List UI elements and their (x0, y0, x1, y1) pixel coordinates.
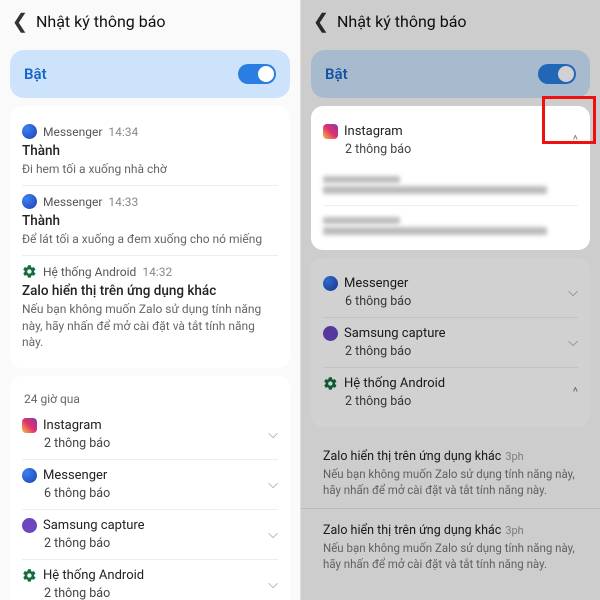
back-icon[interactable]: ❮ (10, 9, 30, 33)
group-android-system[interactable]: Hệ thống Android 2 thông báo ^ (323, 367, 578, 417)
master-toggle-row[interactable]: Bật (10, 50, 290, 98)
notification-title: Zalo hiển thị trên ứng dụng khác (323, 523, 501, 538)
page-title: Nhật ký thông báo (36, 12, 166, 31)
gear-icon (22, 264, 37, 279)
group-count: 2 thông báo (44, 586, 144, 600)
timestamp: 14:32 (142, 265, 172, 279)
notification-body: Nếu bạn không muốn Zalo sử dụng tính năn… (323, 541, 578, 572)
notification-title: Thành (22, 213, 278, 229)
messenger-icon (22, 468, 37, 483)
timestamp: 3ph (505, 524, 523, 537)
chevron-down-icon: ⌵ (268, 427, 278, 442)
notification-title: Thành (22, 143, 278, 159)
group-samsung-capture[interactable]: Samsung capture 2 thông báo ⌵ (22, 509, 278, 559)
master-toggle-row[interactable]: Bật (311, 50, 590, 98)
chevron-up-icon: ^ (573, 385, 578, 400)
group-app: Samsung capture (344, 326, 446, 341)
group-app: Instagram (43, 418, 102, 433)
past-card: 24 giờ qua Instagram 2 thông báo ⌵ Messe… (10, 376, 290, 600)
messenger-icon (323, 276, 338, 291)
instagram-icon (323, 124, 338, 139)
chevron-down-icon: ⌵ (568, 335, 578, 350)
group-app: Samsung capture (43, 518, 145, 533)
chevron-down-icon: ⌵ (268, 527, 278, 542)
instagram-icon (22, 418, 37, 433)
group-count: 2 thông báo (345, 142, 411, 157)
notification-title: Zalo hiển thị trên ứng dụng khác (323, 449, 501, 464)
expanded-notification[interactable] (323, 165, 578, 205)
timestamp: 14:33 (108, 195, 138, 209)
group-count: 2 thông báo (44, 536, 145, 551)
notification-item[interactable]: Messenger 14:33 Thành Để lát tối a xuống… (22, 185, 278, 255)
app-name: Messenger (43, 195, 102, 209)
highlight-annotation (542, 96, 596, 144)
recent-card: Messenger 14:34 Thành Đi hem tối a xuống… (10, 106, 290, 368)
group-app: Instagram (344, 124, 403, 139)
notification-title: Zalo hiển thị trên ứng dụng khác (22, 283, 278, 299)
timestamp: 3ph (505, 450, 523, 463)
toggle-label: Bật (325, 65, 348, 83)
notification-body: Nếu bạn không muốn Zalo sử dụng tính năn… (323, 467, 578, 498)
group-app: Hệ thống Android (344, 376, 445, 391)
page-title: Nhật ký thông báo (337, 12, 467, 31)
timestamp: 14:34 (108, 125, 138, 139)
group-count: 6 thông báo (345, 294, 411, 309)
samsung-capture-icon (323, 326, 338, 341)
group-count: 2 thông báo (44, 436, 110, 451)
section-label: 24 giờ qua (22, 386, 278, 410)
left-pane: ❮ Nhật ký thông báo Bật Messenger 14:34 … (0, 0, 300, 600)
samsung-capture-icon (22, 518, 37, 533)
toggle-switch-icon[interactable] (238, 64, 276, 84)
chevron-down-icon: ⌵ (268, 477, 278, 492)
notification-body: Nếu bạn không muốn Zalo sử dụng tính năn… (22, 301, 278, 350)
group-count: 2 thông báo (345, 394, 445, 409)
expanded-notification[interactable] (323, 205, 578, 246)
back-icon[interactable]: ❮ (311, 9, 331, 33)
messenger-icon (22, 194, 37, 209)
gear-icon (22, 568, 37, 583)
group-app: Hệ thống Android (43, 568, 144, 583)
notification-body: Để lát tối a xuống a đem xuống cho nó mi… (22, 231, 278, 247)
group-samsung-capture[interactable]: Samsung capture 2 thông báo ⌵ (323, 317, 578, 367)
group-count: 6 thông báo (44, 486, 110, 501)
app-name: Messenger (43, 125, 102, 139)
group-app: Messenger (344, 276, 408, 291)
chevron-down-icon: ⌵ (268, 577, 278, 592)
gear-icon (323, 376, 338, 391)
toggle-switch-icon[interactable] (538, 64, 576, 84)
group-messenger[interactable]: Messenger 6 thông báo ⌵ (323, 268, 578, 317)
header: ❮ Nhật ký thông báo (0, 0, 300, 42)
notification-item[interactable]: Messenger 14:34 Thành Đi hem tối a xuống… (22, 116, 278, 185)
right-pane: ❮ Nhật ký thông báo Bật Instagram 2 thôn… (300, 0, 600, 600)
group-instagram-expanded[interactable]: Instagram 2 thông báo ^ (323, 116, 578, 165)
groups-card: Messenger 6 thông báo ⌵ Samsung capture … (311, 258, 590, 427)
group-android-system[interactable]: Hệ thống Android 2 thông báo ⌵ (22, 559, 278, 600)
toggle-label: Bật (24, 65, 47, 83)
header: ❮ Nhật ký thông báo (301, 0, 600, 42)
notification-body: Đi hem tối a xuống nhà chờ (22, 161, 278, 177)
messenger-icon (22, 124, 37, 139)
group-messenger[interactable]: Messenger 6 thông báo ⌵ (22, 459, 278, 509)
group-app: Messenger (43, 468, 107, 483)
group-count: 2 thông báo (345, 344, 446, 359)
plain-notification[interactable]: Zalo hiển thị trên ứng dụng khác 3ph Nếu… (301, 435, 600, 508)
app-name: Hệ thống Android (43, 265, 136, 279)
group-instagram[interactable]: Instagram 2 thông báo ⌵ (22, 410, 278, 459)
plain-notification[interactable]: Zalo hiển thị trên ứng dụng khác 3ph Nếu… (301, 508, 600, 582)
chevron-down-icon: ⌵ (568, 285, 578, 300)
notification-item[interactable]: Hệ thống Android 14:32 Zalo hiển thị trê… (22, 255, 278, 358)
